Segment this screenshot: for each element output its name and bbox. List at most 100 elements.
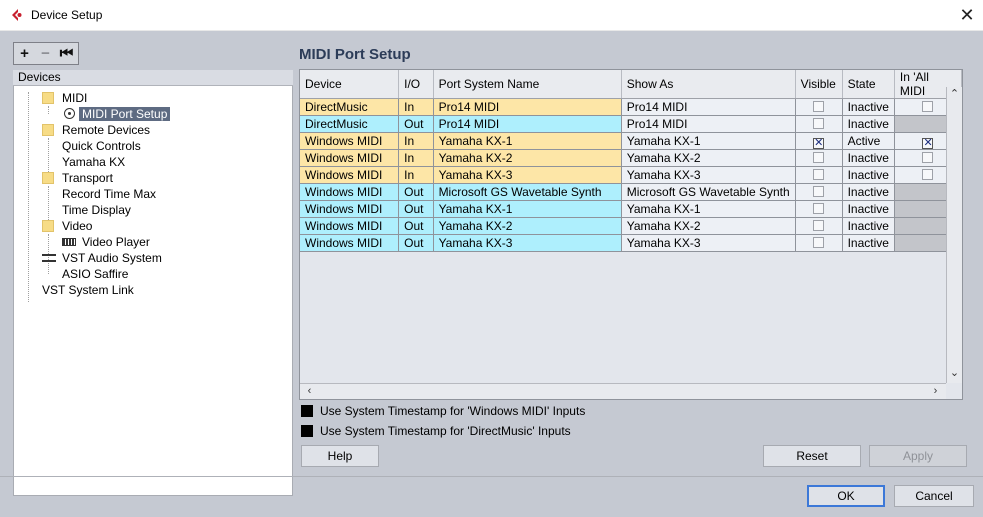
cell-visible [795, 183, 843, 201]
all-midi-checkbox[interactable]: ✕ [922, 138, 934, 149]
tree-item-midi[interactable]: MIDI [42, 90, 87, 106]
tree-item-asio-saffire[interactable]: ASIO Saffire [62, 266, 128, 282]
visible-checkbox[interactable] [813, 237, 825, 248]
visible-checkbox[interactable] [813, 186, 825, 197]
tree-item-transport[interactable]: Transport [42, 170, 113, 186]
table-row[interactable]: Windows MIDI Out Microsoft GS Wavetable Sy… [300, 183, 963, 201]
column-header-visible[interactable]: Visible [795, 70, 843, 99]
visible-checkbox[interactable] [813, 118, 825, 129]
table-row[interactable]: DirectMusic Out Pro14 MIDI Pro14 MIDI Inacti… [300, 115, 963, 133]
column-header-device[interactable]: Device [300, 70, 400, 99]
column-header-show-as[interactable]: Show As [621, 70, 796, 99]
tree-item-yamaha-kx[interactable]: Yamaha KX [62, 154, 125, 170]
device-tree: MIDI MIDI Port Setup Remote Devices Quic… [13, 86, 293, 496]
tree-item-label: Quick Controls [62, 139, 141, 153]
table-row[interactable]: Windows MIDI Out Yamaha KX-1 Yamaha KX-1 Ina… [300, 200, 963, 218]
cell-device: DirectMusic [300, 98, 400, 116]
cell-show-as[interactable]: Yamaha KX-3 [621, 166, 796, 184]
column-header-io[interactable]: I/O [398, 70, 434, 99]
table-row[interactable]: Windows MIDI Out Yamaha KX-3 Yamaha KX-3 Ina… [300, 234, 963, 252]
cell-show-as[interactable]: Pro14 MIDI [621, 98, 796, 116]
visible-checkbox[interactable] [813, 152, 825, 163]
tree-item-label: Video Player [82, 235, 150, 249]
scroll-down-icon[interactable]: ⌄ [947, 366, 962, 381]
tree-item-label: Record Time Max [62, 187, 157, 201]
tree-item-time-display[interactable]: Time Display [62, 202, 131, 218]
window-title: Device Setup [31, 8, 103, 22]
cell-port: Pro14 MIDI [433, 115, 622, 133]
cell-device: Windows MIDI [300, 183, 400, 201]
tree-item-label: Time Display [62, 203, 131, 217]
cell-state: Inactive [842, 234, 895, 252]
tree-item-vst-system-link[interactable]: VST System Link [42, 282, 134, 298]
help-button[interactable]: Help [301, 445, 379, 467]
checkbox-icon[interactable] [301, 405, 313, 417]
table-row[interactable]: DirectMusic In Pro14 MIDI Pro14 MIDI Inactiv… [300, 98, 963, 116]
checkbox-icon[interactable] [301, 425, 313, 437]
cell-show-as[interactable]: Microsoft GS Wavetable Synth [621, 183, 796, 201]
visible-checkbox[interactable] [813, 220, 825, 231]
add-device-button[interactable]: + [14, 43, 35, 64]
visible-checkbox[interactable] [813, 203, 825, 214]
visible-checkbox[interactable] [813, 101, 825, 112]
cell-port: Yamaha KX-2 [433, 149, 622, 167]
cancel-button[interactable]: Cancel [894, 485, 974, 507]
cell-show-as[interactable]: Yamaha KX-2 [621, 217, 796, 235]
horizontal-scrollbar[interactable]: ‹ › [300, 383, 946, 399]
visible-checkbox[interactable] [813, 169, 825, 180]
cell-show-as[interactable]: Yamaha KX-1 [621, 200, 796, 218]
cell-show-as[interactable]: Yamaha KX-3 [621, 234, 796, 252]
scroll-left-icon[interactable]: ‹ [302, 384, 317, 399]
cell-device: DirectMusic [300, 115, 400, 133]
cell-visible [795, 166, 843, 184]
ok-button[interactable]: OK [807, 485, 885, 507]
device-toolbar: + − ⏮ [13, 42, 79, 65]
tree-item-remote-devices[interactable]: Remote Devices [42, 122, 150, 138]
scroll-up-icon[interactable]: ⌃ [947, 87, 962, 102]
tree-item-record-time-max[interactable]: Record Time Max [62, 186, 156, 202]
apply-button[interactable]: Apply [869, 445, 967, 467]
folder-icon [42, 92, 54, 104]
cell-show-as[interactable]: Pro14 MIDI [621, 115, 796, 133]
cell-state: Inactive [842, 217, 895, 235]
scroll-right-icon[interactable]: › [928, 384, 943, 399]
cell-io: In [398, 149, 434, 167]
tree-item-quick-controls[interactable]: Quick Controls [62, 138, 141, 154]
cell-state: Inactive [842, 115, 895, 133]
cell-port: Pro14 MIDI [433, 98, 622, 116]
all-midi-checkbox[interactable] [922, 169, 934, 180]
vertical-scrollbar[interactable]: ⌃ ⌄ [946, 87, 962, 383]
cell-io: Out [398, 115, 434, 133]
cell-state: Inactive [842, 149, 895, 167]
reset-button[interactable]: Reset [763, 445, 861, 467]
remove-device-button[interactable]: − [35, 43, 56, 64]
all-midi-checkbox[interactable] [922, 101, 934, 112]
all-midi-checkbox[interactable] [922, 152, 934, 163]
cell-show-as[interactable]: Yamaha KX-2 [621, 149, 796, 167]
cell-port: Microsoft GS Wavetable Synth [433, 183, 622, 201]
table-row[interactable]: Windows MIDI In Yamaha KX-2 Yamaha KX-2 Inac… [300, 149, 963, 167]
tree-item-video[interactable]: Video [42, 218, 92, 234]
table-row[interactable]: Windows MIDI Out Yamaha KX-2 Yamaha KX-2 Ina… [300, 217, 963, 235]
folder-icon [42, 124, 54, 136]
cell-state: Inactive [842, 183, 895, 201]
close-icon[interactable]: ✕ [955, 4, 979, 26]
timestamp-directmusic-option[interactable]: Use System Timestamp for 'DirectMusic' I… [301, 423, 571, 439]
visible-checkbox[interactable]: ✕ [813, 138, 825, 149]
cell-device: Windows MIDI [300, 166, 400, 184]
table-row[interactable]: Windows MIDI In Yamaha KX-1 Yamaha KX-1 ✕ Act… [300, 132, 963, 150]
reset-device-button[interactable]: ⏮ [56, 43, 77, 64]
scroll-corner [946, 383, 962, 399]
column-header-state[interactable]: State [842, 70, 895, 99]
tree-item-label: Transport [62, 171, 113, 185]
column-header-port-system-name[interactable]: Port System Name [433, 70, 622, 99]
tree-item-video-player[interactable]: Video Player [62, 234, 150, 250]
cell-device: Windows MIDI [300, 234, 400, 252]
cell-port: Yamaha KX-3 [433, 234, 622, 252]
tree-connector [28, 92, 29, 302]
cell-show-as[interactable]: Yamaha KX-1 [621, 132, 796, 150]
timestamp-windows-midi-option[interactable]: Use System Timestamp for 'Windows MIDI' … [301, 403, 585, 419]
tree-item-vst-audio-system[interactable]: VST Audio System [42, 250, 162, 266]
table-row[interactable]: Windows MIDI In Yamaha KX-3 Yamaha KX-3 Inac… [300, 166, 963, 184]
tree-item-midi-port-setup[interactable]: MIDI Port Setup [62, 106, 171, 122]
